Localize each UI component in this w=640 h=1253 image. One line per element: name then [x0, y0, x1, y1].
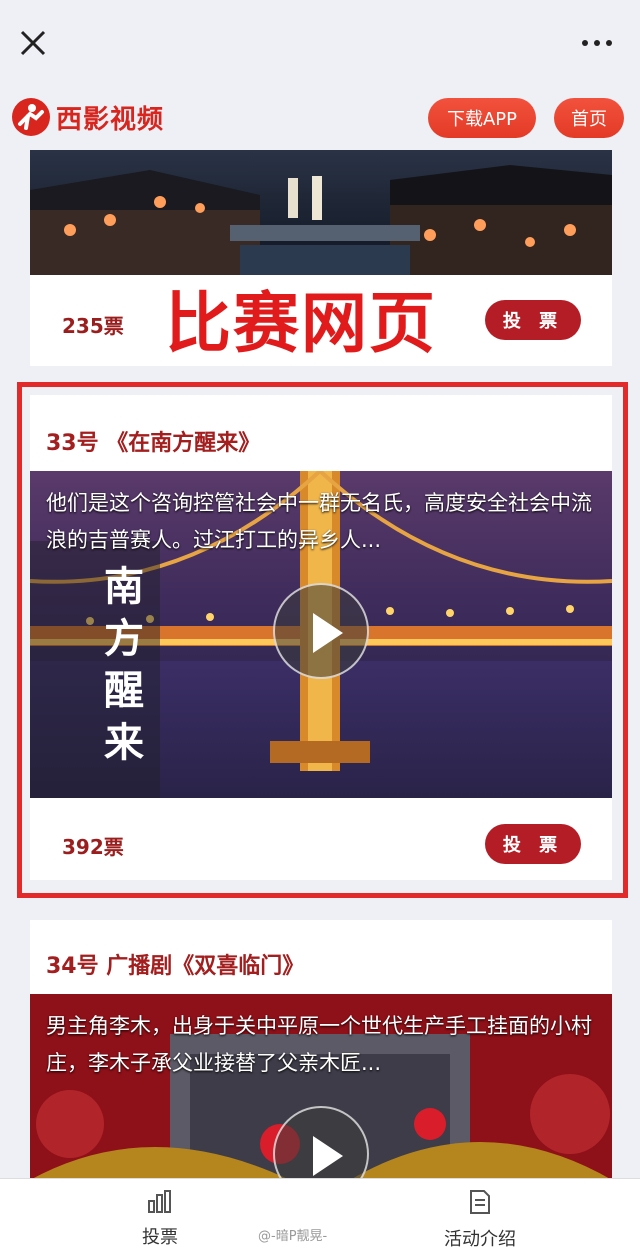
close-icon[interactable]	[18, 28, 48, 58]
vote-button[interactable]: 投 票	[485, 300, 581, 340]
video-thumbnail[interactable]: 男主角李木，出身于关中平原一个世代生产手工挂面的小村庄，李木子承父业接替了父亲木…	[30, 994, 612, 1180]
entry-card: 34号 广播剧《双喜临门》 男主角李木，出身于关中平原一个世代生产手工挂面的小村…	[30, 920, 612, 1180]
nav-intro-label: 活动介绍	[444, 1229, 516, 1250]
watermark: @-暗P靓晃-	[258, 1229, 328, 1244]
home-button[interactable]: 首页	[554, 98, 624, 138]
app-header: 西影视频 下载APP 首页	[0, 88, 640, 150]
nav-intro-tab[interactable]: 活动介绍	[420, 1189, 540, 1251]
logo-text: 西影视频	[56, 104, 165, 135]
entry-description: 男主角李木，出身于关中平原一个世代生产手工挂面的小村庄，李木子承父业接替了父亲木…	[46, 1014, 592, 1075]
document-icon	[470, 1190, 490, 1214]
highlight-frame	[17, 382, 628, 898]
entry-title[interactable]: 34号 广播剧《双喜临门》	[46, 948, 304, 980]
logo[interactable]: 西影视频	[12, 98, 164, 136]
vote-count: 235票	[62, 314, 124, 338]
nav-vote-label: 投票	[142, 1227, 178, 1248]
top-bar	[0, 0, 640, 88]
bar-chart-icon	[148, 1190, 171, 1213]
overlay-caption: 比赛网页	[165, 285, 437, 362]
video-thumbnail[interactable]	[30, 150, 612, 275]
more-dots-icon[interactable]	[582, 40, 612, 46]
nav-vote-tab[interactable]: 投票	[100, 1189, 220, 1249]
logo-badge-icon	[12, 98, 50, 136]
download-app-button[interactable]: 下载APP	[428, 98, 536, 138]
